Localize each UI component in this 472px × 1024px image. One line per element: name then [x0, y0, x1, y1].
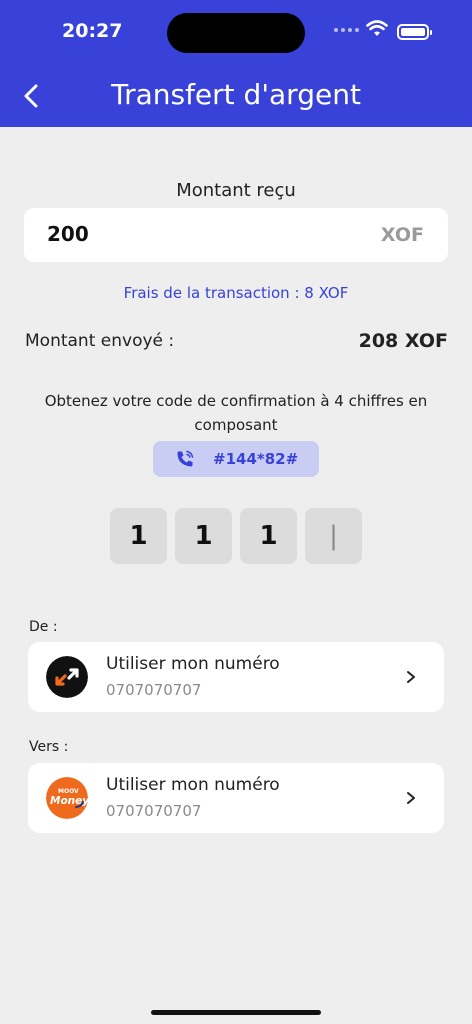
- to-account-card[interactable]: MOOV Money Utiliser mon numéro 070707070…: [28, 763, 444, 833]
- otp-digit-3[interactable]: 1: [240, 508, 297, 564]
- amount-label: Montant reçu: [176, 180, 296, 201]
- home-indicator[interactable]: [151, 1010, 321, 1015]
- wifi-icon: [366, 20, 388, 36]
- from-account-title: Utiliser mon numéro: [106, 654, 280, 674]
- signal-icon: [334, 28, 359, 32]
- to-account-title: Utiliser mon numéro: [106, 775, 280, 795]
- from-label: De :: [29, 619, 58, 635]
- orange-money-logo: [46, 656, 88, 698]
- ussd-dial-button[interactable]: #144*82#: [153, 441, 319, 477]
- app-header: 20:27 Transfert d'argent: [0, 0, 472, 127]
- otp-digit-1[interactable]: 1: [110, 508, 167, 564]
- from-account-card[interactable]: Utiliser mon numéro 0707070707: [28, 642, 444, 712]
- chevron-right-icon: [407, 792, 415, 804]
- confirmation-instructions: Obtenez votre code de confirmation à 4 c…: [44, 392, 428, 434]
- moov-money-logo: MOOV Money: [46, 777, 88, 819]
- moov-logo-top-text: MOOV: [58, 788, 79, 795]
- page-title: Transfert d'argent: [111, 78, 361, 111]
- sent-amount-value: 208 XOF: [358, 330, 448, 352]
- status-time: 20:27: [62, 20, 123, 42]
- ussd-code: #144*82#: [213, 450, 299, 468]
- amount-currency: XOF: [380, 224, 424, 246]
- to-label: Vers :: [29, 739, 69, 755]
- amount-value: 200: [47, 222, 89, 246]
- sent-amount-label: Montant envoyé :: [25, 331, 175, 351]
- dynamic-island: [167, 13, 305, 53]
- amount-input[interactable]: 200 XOF: [24, 208, 448, 262]
- phone-call-icon: [177, 450, 194, 467]
- from-account-number: 0707070707: [106, 681, 202, 699]
- chevron-right-icon: [407, 671, 415, 683]
- otp-digit-2[interactable]: 1: [175, 508, 232, 564]
- to-account-number: 0707070707: [106, 802, 202, 820]
- transaction-fees: Frais de la transaction : 8 XOF: [123, 284, 349, 302]
- battery-icon: [397, 24, 432, 40]
- otp-digit-4[interactable]: |: [305, 508, 362, 564]
